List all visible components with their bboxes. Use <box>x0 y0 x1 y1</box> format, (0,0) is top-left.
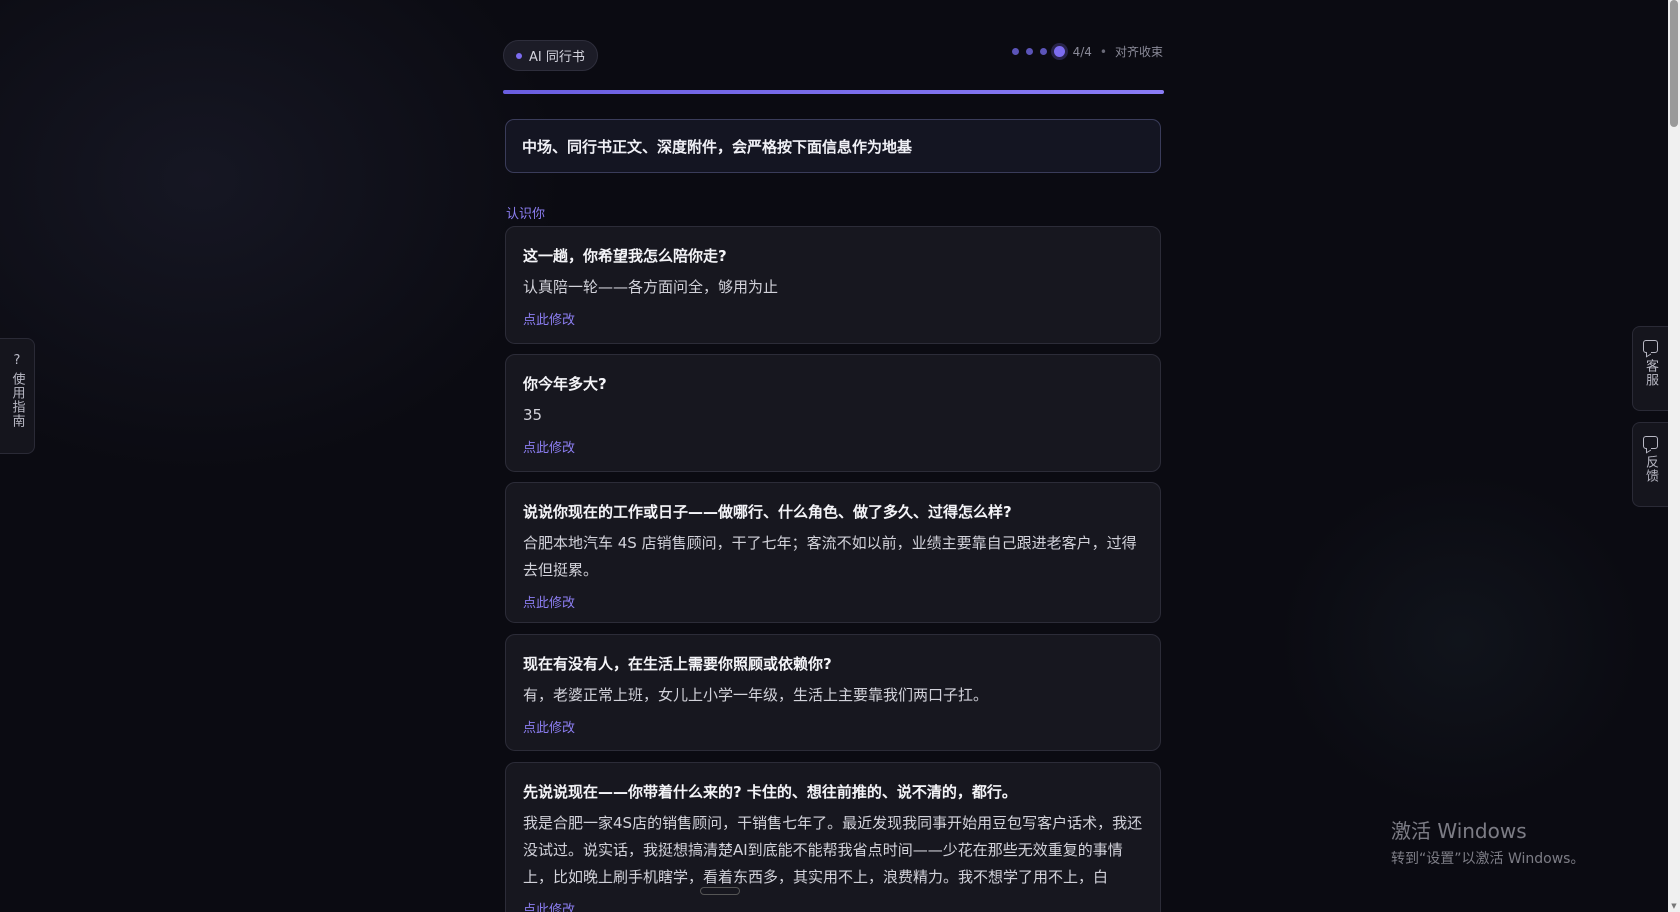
question-icon: ? <box>13 353 21 368</box>
step-dot-2[interactable] <box>1025 48 1033 55</box>
card-answer: 我是合肥一家4S店的销售顾问，干销售七年了。最近发现我同事开始用豆包写客户话术，… <box>523 814 1143 886</box>
edit-link[interactable]: 点此修改 <box>523 592 575 611</box>
step-dot-4-active[interactable] <box>1053 46 1065 57</box>
chat-icon <box>1643 436 1658 449</box>
scroll-handle[interactable] <box>700 887 740 895</box>
watermark-title: 激活 Windows <box>1391 819 1527 843</box>
step-indicator: 4/4 • 对齐收束 <box>1011 43 1163 60</box>
step-dots <box>1011 46 1065 57</box>
edit-link[interactable]: 点此修改 <box>523 437 575 456</box>
card-answer: 认真陪一轮——各方面问全，够用为止 <box>523 278 779 296</box>
guide-label: 使用指南 <box>9 372 25 428</box>
watermark-subtitle: 转到“设置”以激活 Windows。 <box>1391 851 1585 867</box>
windows-activation-watermark: 激活 Windows 转到“设置”以激活 Windows。 <box>1391 815 1584 868</box>
page-scrollbar[interactable]: ▼ <box>1668 0 1680 912</box>
answer-card: 你今年多大? 35 点此修改 <box>505 354 1161 472</box>
brand-pill[interactable]: AI 同行书 <box>503 40 598 71</box>
support-side-tab[interactable]: 客服 <box>1632 326 1668 411</box>
card-answer: 有，老婆正常上班，女儿上小学一年级，生活上主要靠我们两口子扛。 <box>523 686 989 704</box>
edit-link[interactable]: 点此修改 <box>523 309 575 328</box>
card-question: 你今年多大? <box>523 375 607 393</box>
support-label: 客服 <box>1643 359 1658 387</box>
answer-card: 这一趟，你希望我怎么陪你走? 认真陪一轮——各方面问全，够用为止 点此修改 <box>505 226 1161 344</box>
step-separator: • <box>1099 44 1107 59</box>
card-answer: 35 <box>523 406 543 424</box>
card-question: 先说说现在——你带着什么来的? 卡住的、想往前推的、说不清的，都行。 <box>523 783 1017 801</box>
main-column: AI 同行书 4/4 • 对齐收束 中场、同行书正文、深度附件，会严格按下面信息… <box>503 0 1164 912</box>
notice-banner: 中场、同行书正文、深度附件，会严格按下面信息作为地基 <box>505 119 1161 173</box>
answer-card: 先说说现在——你带着什么来的? 卡住的、想往前推的、说不清的，都行。 我是合肥一… <box>505 762 1161 912</box>
feedback-label: 反馈 <box>1643 455 1658 483</box>
section-label: 认识你 <box>506 207 546 222</box>
edit-link[interactable]: 点此修改 <box>523 899 575 912</box>
step-count: 4/4 <box>1072 44 1092 59</box>
answer-card: 说说你现在的工作或日子——做哪行、什么角色、做了多久、过得怎么样? 合肥本地汽车… <box>505 482 1161 623</box>
brand-dot-icon <box>516 52 522 59</box>
guide-side-tab[interactable]: ? 使用指南 <box>0 338 35 454</box>
progress-bar <box>503 90 1164 94</box>
scrollbar-thumb[interactable] <box>1670 0 1678 127</box>
step-dot-3[interactable] <box>1039 48 1047 55</box>
step-status: 对齐收束 <box>1114 45 1163 59</box>
scroll-down-arrow-icon[interactable]: ▼ <box>1670 902 1678 910</box>
chat-icon <box>1643 340 1658 353</box>
card-answer: 合肥本地汽车 4S 店销售顾问，干了七年；客流不如以前，业绩主要靠自己跟进老客户… <box>523 534 1137 579</box>
step-dot-1[interactable] <box>1011 48 1019 55</box>
notice-text: 中场、同行书正文、深度附件，会严格按下面信息作为地基 <box>522 137 913 156</box>
edit-link[interactable]: 点此修改 <box>523 717 575 736</box>
top-bar: AI 同行书 4/4 • 对齐收束 <box>503 40 1163 72</box>
answer-card: 现在有没有人，在生活上需要你照顾或依赖你? 有，老婆正常上班，女儿上小学一年级，… <box>505 634 1161 751</box>
card-question: 这一趟，你希望我怎么陪你走? <box>523 247 727 265</box>
brand-label: AI 同行书 <box>529 50 585 65</box>
card-question: 说说你现在的工作或日子——做哪行、什么角色、做了多久、过得怎么样? <box>523 503 1012 521</box>
feedback-side-tab[interactable]: 反馈 <box>1632 422 1668 507</box>
card-question: 现在有没有人，在生活上需要你照顾或依赖你? <box>523 655 832 673</box>
